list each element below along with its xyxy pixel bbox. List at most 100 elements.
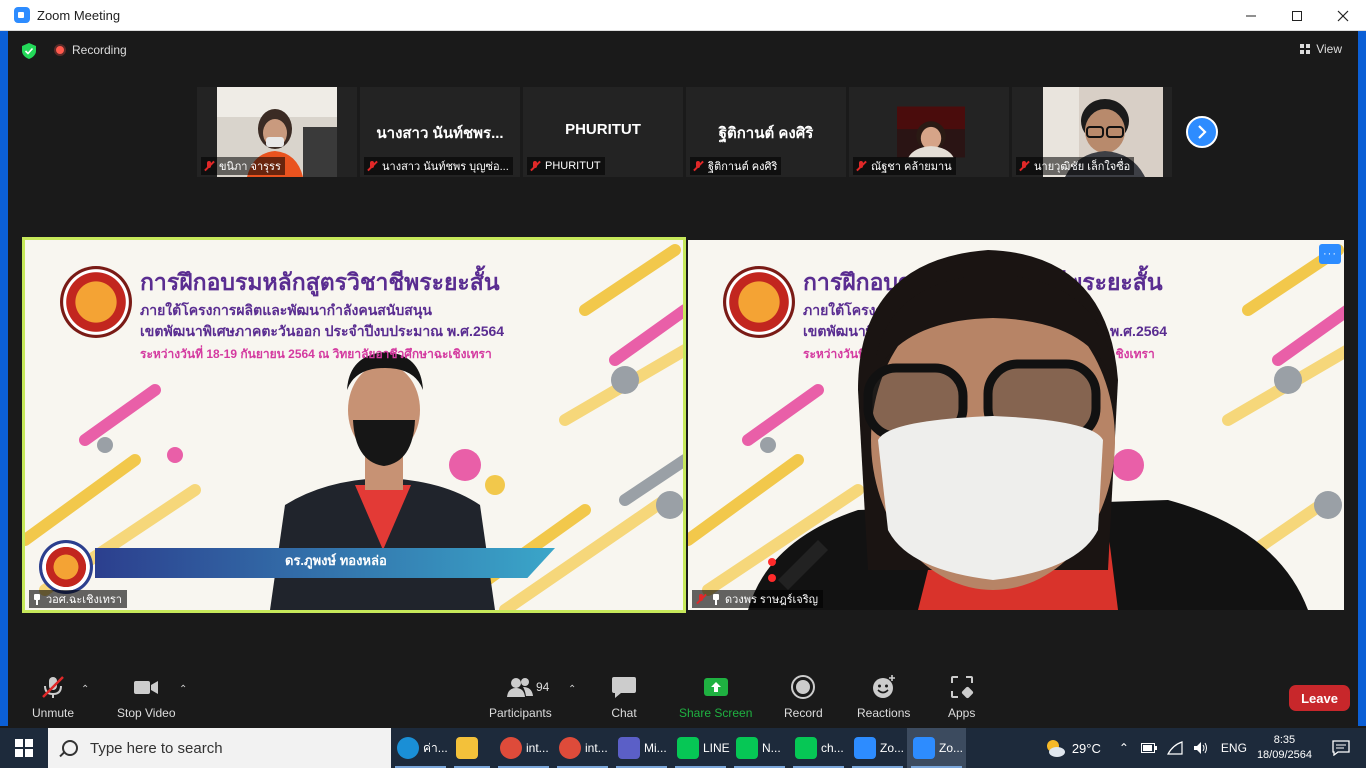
taskbar-app-button[interactable]: ch...	[789, 728, 848, 768]
taskbar-app-button[interactable]: LINE	[671, 728, 730, 768]
microphone-muted-icon	[42, 676, 64, 698]
taskbar-app-button[interactable]: Mi...	[612, 728, 671, 768]
battery-icon[interactable]	[1140, 743, 1157, 753]
grid-view-icon	[1300, 44, 1311, 54]
share-screen-icon	[703, 678, 728, 696]
apps-button[interactable]: Apps	[948, 674, 975, 720]
zoom-icon	[913, 737, 935, 759]
clock-date: 18/09/2564	[1256, 749, 1312, 761]
record-button[interactable]: Record	[784, 674, 823, 720]
apps-label: Apps	[948, 706, 976, 720]
video-name-tag: ดวงพร ราษฎร์เจริญ	[692, 590, 824, 608]
video-participant-name: วอศ.ฉะเชิงเทรา	[46, 594, 122, 606]
notifications-icon[interactable]	[1332, 740, 1350, 756]
security-shield-icon[interactable]	[22, 43, 36, 59]
participant-display-name: นางสาว นันท์ชพร...	[376, 125, 504, 142]
chrome-icon	[559, 737, 581, 759]
mic-muted-icon	[1018, 160, 1030, 172]
participant-name: นางสาว นันท์ชพร บุญซ่อ...	[382, 161, 509, 173]
recording-label: Recording	[72, 43, 127, 57]
taskbar-app-label: int...	[526, 741, 549, 755]
stop-video-label: Stop Video	[117, 706, 176, 720]
participant-thumbnail[interactable]: นางสาว นันท์ชพร... นางสาว นันท์ชพร บุญซ่…	[360, 87, 520, 177]
unmute-label: Unmute	[32, 706, 75, 720]
record-icon	[791, 675, 816, 699]
volume-icon[interactable]	[1193, 741, 1209, 755]
participant-name-tag: ณัฐชา คล้ายมาน	[853, 157, 956, 175]
taskbar-app-button[interactable]: int...	[553, 728, 612, 768]
pin-icon	[711, 593, 721, 605]
input-language[interactable]: ENG	[1221, 741, 1247, 755]
taskbar-app-button[interactable]: ค่า...	[391, 728, 450, 768]
participant-name: นายวุฒิชัย เล็กใจซื่อ	[1034, 161, 1131, 173]
taskbar-app-label: LINE	[703, 741, 730, 755]
participant-name: ฐิติกานต์ คงศิริ	[708, 161, 778, 173]
line-icon	[677, 737, 699, 759]
window-controls	[1228, 0, 1366, 31]
taskbar-app-button[interactable]: Zo...	[907, 728, 966, 768]
reactions-button[interactable]: Reactions	[857, 674, 910, 720]
taskbar-app-label: ch...	[821, 741, 844, 755]
taskbar-search-box[interactable]: Type here to search	[48, 728, 391, 768]
minimize-button[interactable]	[1228, 0, 1274, 31]
participant-thumbnail[interactable]: ขนิภา จารุรร	[197, 87, 357, 177]
participant-thumbnail[interactable]: นายวุฒิชัย เล็กใจซื่อ	[1012, 87, 1172, 177]
participants-options-caret-icon[interactable]: ⌃	[568, 684, 576, 695]
college-emblem-small-logo	[39, 540, 93, 594]
meeting-controls-toolbar: Unmute ⌃ Stop Video ⌃ Participants 94 ⌃	[8, 670, 1358, 726]
participant-thumbnail[interactable]: ณัฐชา คล้ายมาน	[849, 87, 1009, 177]
participant-thumbnail[interactable]: ฐิติกานต์ คงศิริ ฐิติกานต์ คงศิริ	[686, 87, 846, 177]
more-options-button[interactable]: ···	[1319, 244, 1341, 264]
window-title: Zoom Meeting	[37, 7, 121, 23]
participant-name: PHURITUT	[545, 160, 601, 172]
mic-muted-icon	[695, 593, 707, 605]
taskbar-app-button[interactable]	[450, 728, 494, 768]
taskbar-app-label: Zo...	[939, 741, 964, 755]
share-screen-label: Share Screen	[679, 706, 753, 720]
unmute-button[interactable]: Unmute	[32, 674, 74, 720]
temperature[interactable]: 29°C	[1072, 741, 1101, 756]
stop-video-button[interactable]: Stop Video	[117, 674, 176, 720]
apps-icon	[950, 676, 973, 699]
search-icon	[62, 740, 78, 756]
start-button[interactable]	[0, 728, 48, 768]
main-video-tile-active[interactable]: การฝึกอบรมหลักสูตรวิชาชีพระยะสั้น ภายใต้…	[22, 237, 686, 613]
speaker-video	[748, 250, 1308, 610]
recording-indicator[interactable]: Recording	[54, 43, 127, 57]
system-tray: 29°C ⌃ ENG 8:35 18/09/2564	[1044, 728, 1366, 768]
participant-thumbnail-strip: ขนิภา จารุรร นางสาว นันท์ชพร... นางสาว น…	[197, 87, 1172, 177]
leave-button[interactable]: Leave	[1289, 685, 1350, 711]
next-page-button[interactable]	[1186, 116, 1218, 148]
chat-button[interactable]: Chat	[611, 674, 637, 720]
taskbar-app-label: int...	[585, 741, 608, 755]
show-hidden-icons-chevron-icon[interactable]: ⌃	[1119, 741, 1129, 755]
participant-thumbnail[interactable]: PHURITUT PHURITUT	[523, 87, 683, 177]
participant-name-tag: นายวุฒิชัย เล็กใจซื่อ	[1016, 157, 1135, 175]
line-icon	[795, 737, 817, 759]
audio-options-caret-icon[interactable]: ⌃	[81, 684, 89, 695]
view-label: View	[1316, 42, 1342, 56]
video-options-caret-icon[interactable]: ⌃	[179, 684, 187, 695]
wifi-icon[interactable]	[1166, 741, 1183, 755]
clock-time: 8:35	[1273, 734, 1296, 746]
taskbar-app-button[interactable]: int...	[494, 728, 553, 768]
participant-display-name: PHURITUT	[565, 121, 641, 138]
taskbar-clock[interactable]: 8:35 18/09/2564	[1257, 733, 1312, 763]
participant-count: 94	[536, 680, 550, 694]
mic-muted-icon	[692, 160, 704, 172]
share-screen-button[interactable]: Share Screen	[679, 674, 752, 720]
view-button[interactable]: View	[1300, 42, 1342, 56]
zoom-app-icon	[14, 7, 30, 23]
main-video-tile[interactable]: การฝึกอบรมหลักสูตรวิชาชีพระยะสั้น ภายใต้…	[688, 240, 1344, 610]
banner-line-3: ระหว่างวันที่ 18-19 กันยายน 2564 ณ วิทยา…	[140, 347, 492, 361]
video-camera-icon	[134, 681, 159, 694]
close-button[interactable]	[1320, 0, 1366, 31]
maximize-button[interactable]	[1274, 0, 1320, 31]
taskbar-app-button[interactable]: Zo...	[848, 728, 907, 768]
reactions-label: Reactions	[857, 706, 911, 720]
college-emblem-logo	[60, 266, 132, 338]
weather-icon[interactable]	[1044, 737, 1066, 759]
participant-name-tag: นางสาว นันท์ชพร บุญซ่อ...	[364, 157, 513, 175]
participants-label: Participants	[489, 706, 552, 720]
taskbar-app-button[interactable]: N...	[730, 728, 789, 768]
